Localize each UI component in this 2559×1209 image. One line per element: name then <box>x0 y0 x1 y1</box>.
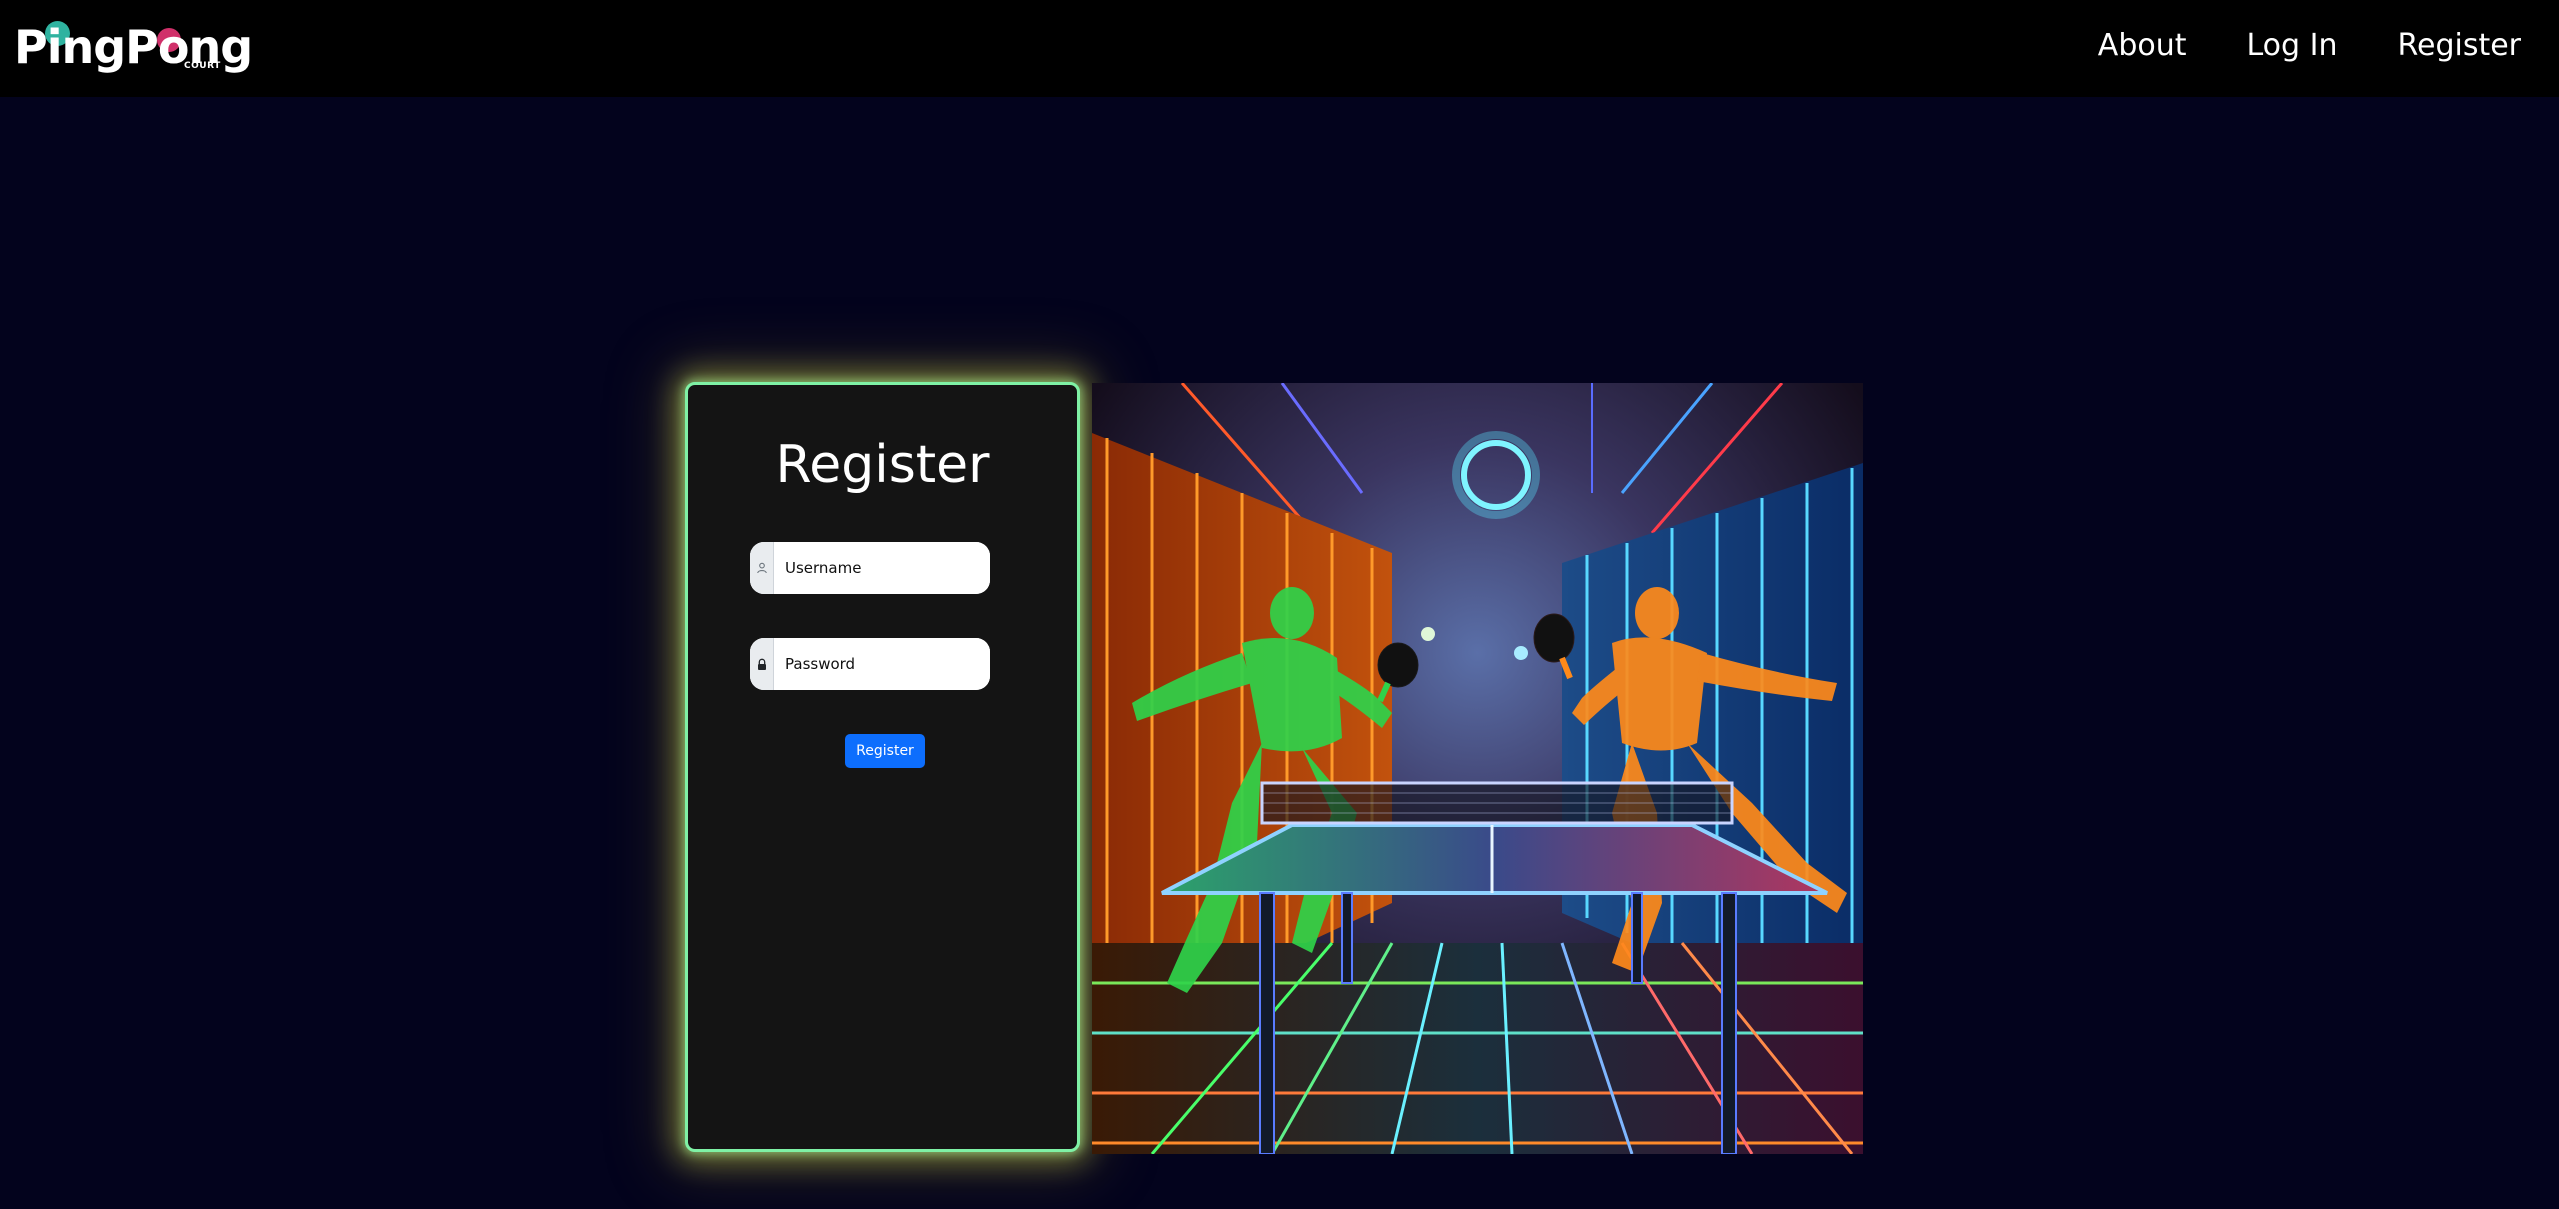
register-card: Register Register <box>685 382 1080 1152</box>
logo-subtext: COURT <box>184 61 221 71</box>
nav-register-link[interactable]: Register <box>2397 24 2521 68</box>
pingpong-court-logo[interactable]: PingPong COURT <box>14 18 253 76</box>
register-title: Register <box>775 435 990 495</box>
user-icon <box>750 542 774 594</box>
lock-icon <box>750 638 774 690</box>
nav-links: About Log In Register <box>2038 24 2521 68</box>
username-input-group <box>750 542 990 594</box>
nav-about-link[interactable]: About <box>2098 24 2187 68</box>
register-submit-button[interactable]: Register <box>845 734 925 768</box>
password-input[interactable] <box>774 638 990 690</box>
password-input-group <box>750 638 990 690</box>
navbar: PingPong COURT About Log In Register <box>0 0 2559 97</box>
username-input[interactable] <box>774 542 990 594</box>
nav-login-link[interactable]: Log In <box>2247 24 2338 68</box>
neon-ping-pong-players-image <box>1092 383 1863 1154</box>
